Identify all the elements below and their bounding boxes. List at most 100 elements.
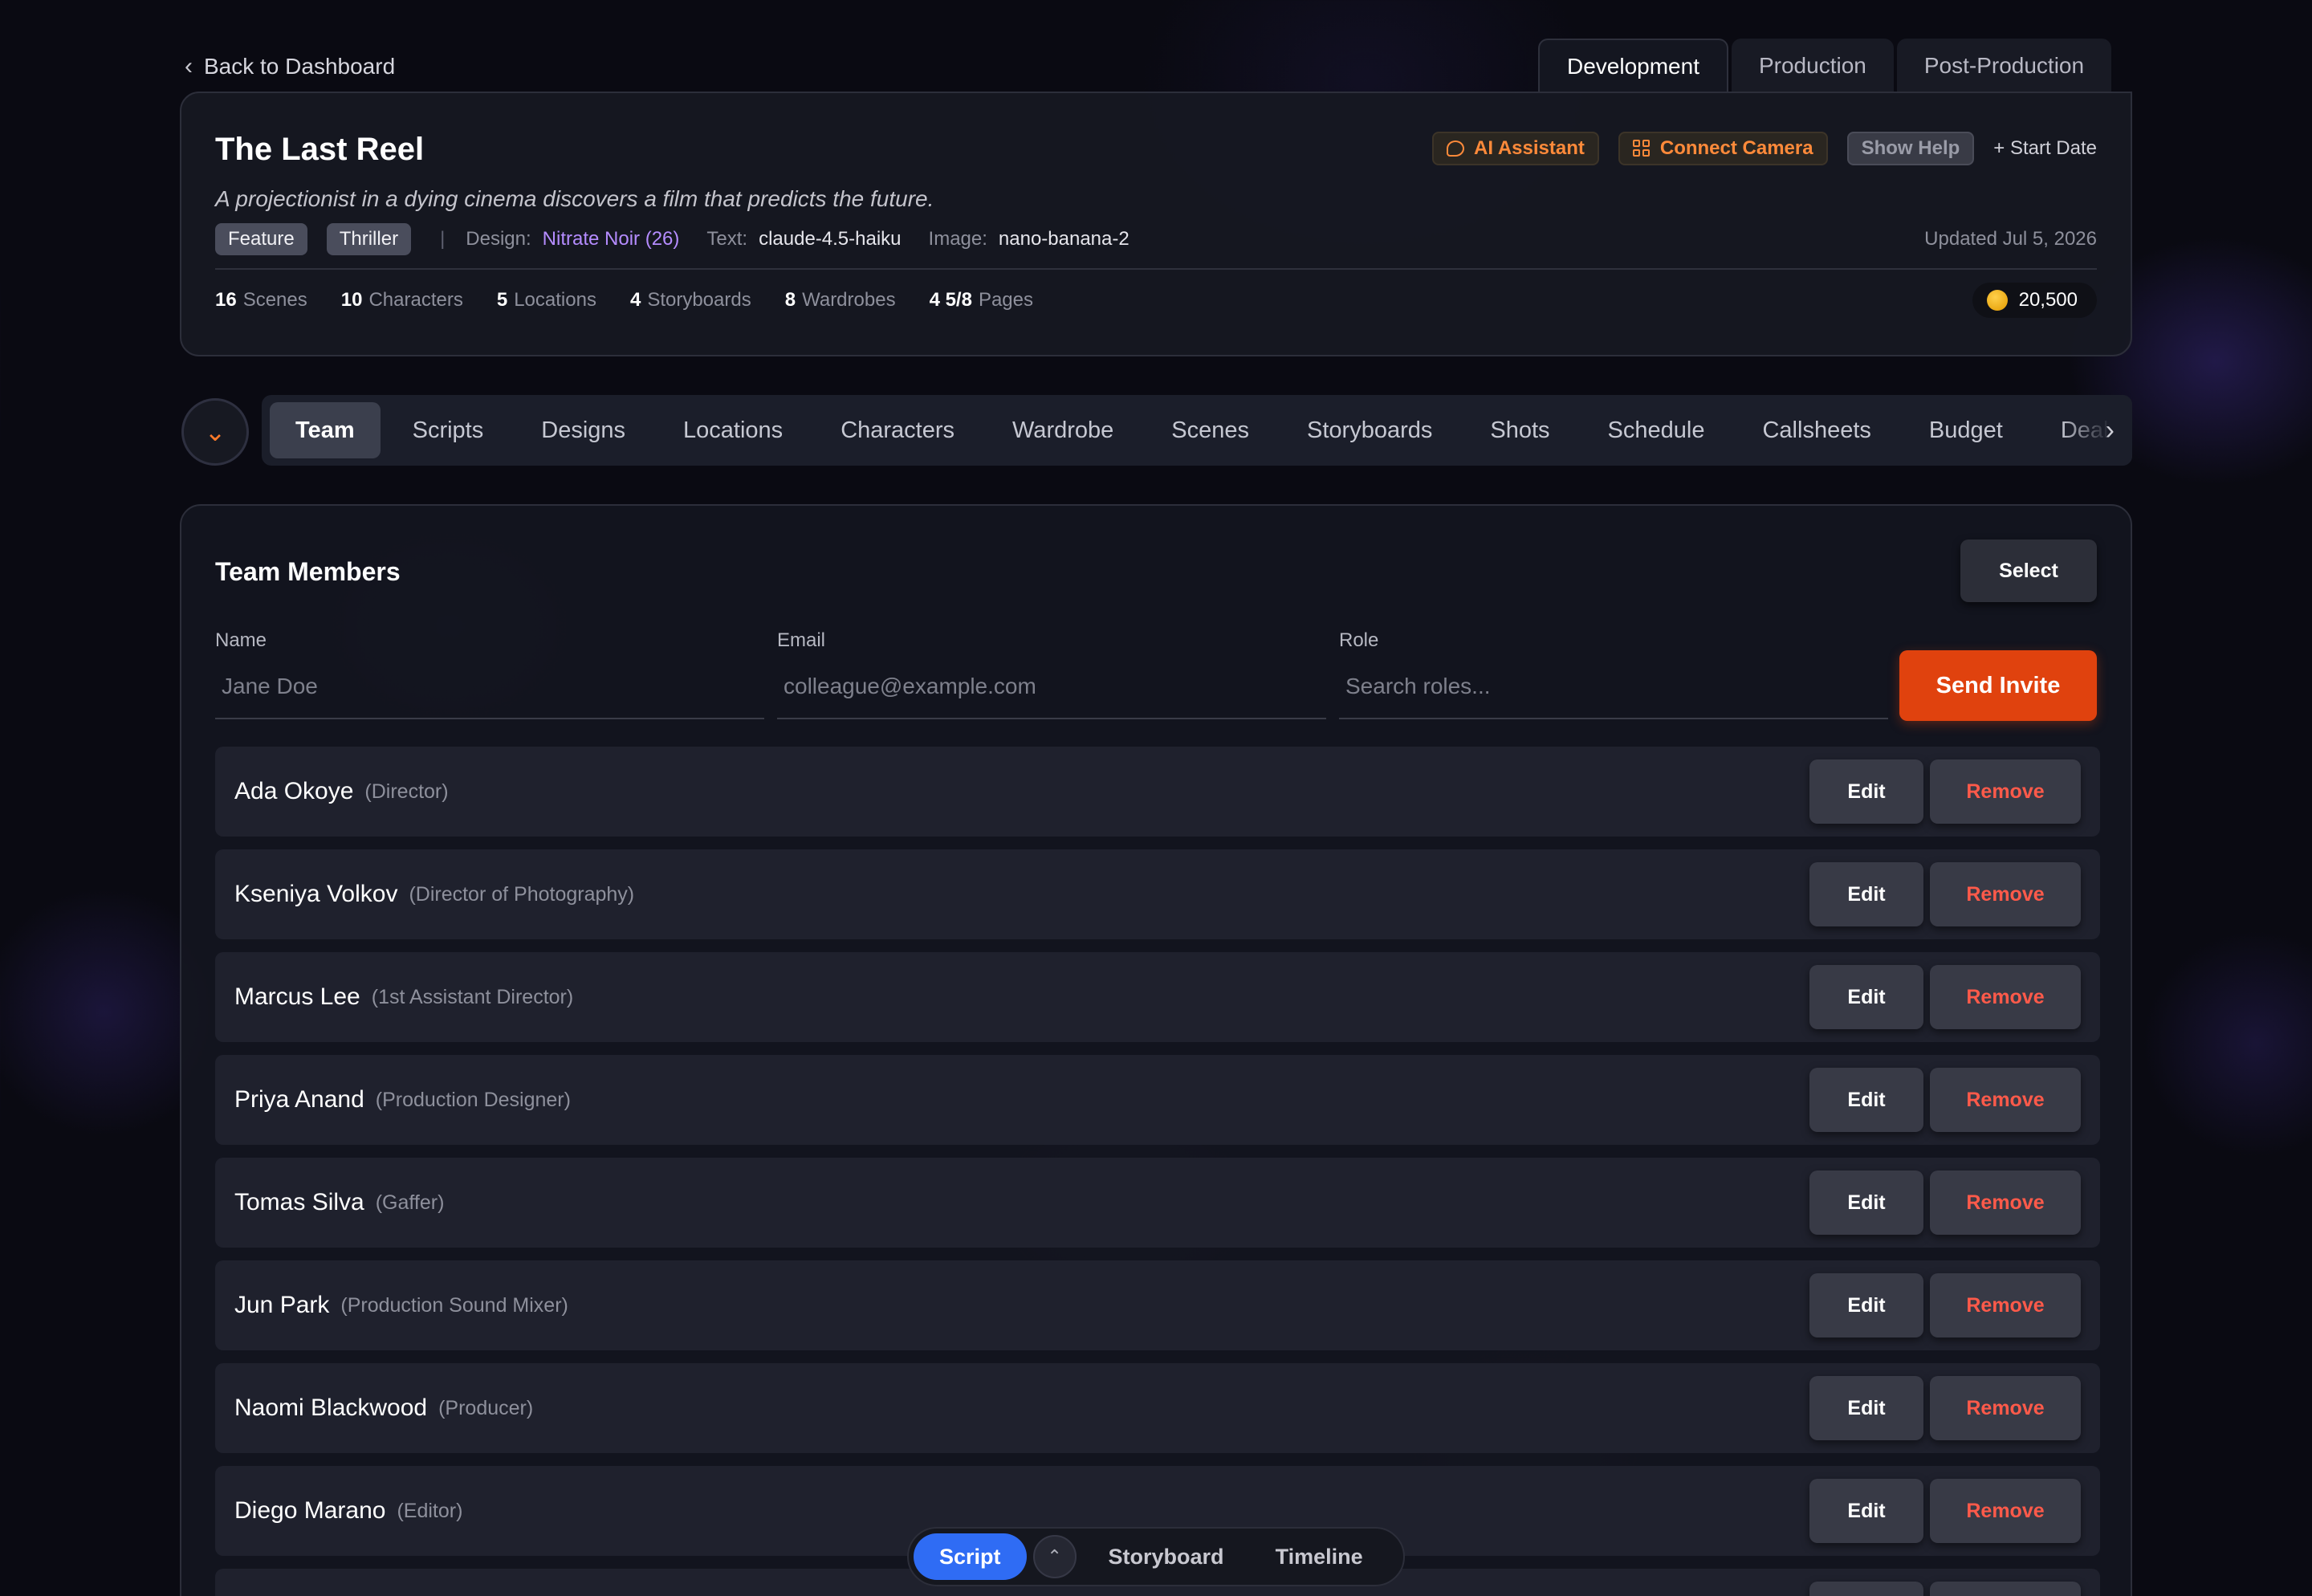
remove-button[interactable]: Remove [1930, 965, 2081, 1029]
tab-designs[interactable]: Designs [515, 402, 651, 458]
remove-button[interactable]: Remove [1930, 1479, 2081, 1543]
view-switcher-dock: Script ⌃ Storyboard Timeline [907, 1527, 1405, 1586]
stat-pages: 4 5/8 Pages [929, 289, 1034, 311]
edit-button[interactable]: Edit [1809, 1376, 1923, 1440]
design-value[interactable]: Nitrate Noir (26) [543, 228, 680, 250]
name-input[interactable] [215, 655, 764, 719]
project-title: The Last Reel [215, 132, 425, 167]
edit-button[interactable]: Edit [1809, 1273, 1923, 1337]
tab-wardrobe[interactable]: Wardrobe [987, 402, 1139, 458]
member-role: (Production Designer) [375, 1088, 571, 1111]
row-actions: Edit Remove [1809, 1479, 2081, 1543]
phase-tabs: Development Production Post-Production [1538, 39, 2112, 93]
edit-button[interactable]: Edit [1809, 862, 1923, 926]
member-role: (Editor) [397, 1499, 463, 1522]
tab-storyboards[interactable]: Storyboards [1281, 402, 1458, 458]
edit-button[interactable]: Edit [1809, 1479, 1923, 1543]
row-actions: Edit Remove [1809, 1068, 2081, 1132]
remove-button[interactable] [1930, 1582, 2081, 1596]
email-label: Email [777, 629, 826, 651]
tab-post-production[interactable]: Post-Production [1896, 39, 2112, 93]
member-name: Ada Okoye [234, 778, 354, 804]
stat-wardrobes: 8 Wardrobes [784, 289, 896, 311]
meta-separator: | [440, 228, 446, 250]
member-role: (Gaffer) [375, 1191, 445, 1214]
remove-button[interactable]: Remove [1930, 1273, 2081, 1337]
member-name: Marcus Lee [234, 983, 360, 1010]
coin-icon [1986, 290, 2008, 311]
edit-button[interactable]: Edit [1809, 1171, 1923, 1235]
role-label: Role [1339, 629, 1379, 651]
dock-tab-script[interactable]: Script [914, 1533, 1027, 1580]
member-name: Diego Marano [234, 1497, 386, 1524]
tab-budget[interactable]: Budget [1903, 402, 2029, 458]
updated-date: Updated Jul 5, 2026 [1924, 228, 2097, 250]
name-label: Name [215, 629, 267, 651]
tab-team[interactable]: Team [270, 402, 381, 458]
tab-development[interactable]: Development [1538, 39, 1728, 93]
list-item: Jun Park (Production Sound Mixer) Edit R… [215, 1260, 2100, 1350]
role-search-input[interactable] [1339, 655, 1888, 719]
project-meta: Feature Thriller | Design: Nitrate Noir … [215, 223, 1146, 255]
row-actions: Edit Remove [1809, 965, 2081, 1029]
tab-scenes[interactable]: Scenes [1146, 402, 1275, 458]
row-actions: Edit Remove [1809, 759, 2081, 824]
stat-scenes: 16 Scenes [215, 289, 307, 311]
team-members-title: Team Members [215, 557, 401, 586]
tab-characters[interactable]: Characters [815, 402, 980, 458]
stat-storyboards: 4 Storyboards [629, 289, 751, 311]
list-item: Naomi Blackwood (Producer) Edit Remove [215, 1363, 2100, 1453]
edit-button[interactable]: Edit [1809, 759, 1923, 824]
member-name: Naomi Blackwood [234, 1394, 428, 1421]
dock-tab-storyboard[interactable]: Storyboard [1083, 1533, 1250, 1580]
image-model-value: nano-banana-2 [998, 228, 1130, 250]
text-model-label: Text: [706, 228, 748, 250]
member-role: (Director) [364, 780, 449, 803]
member-name: Kseniya Volkov [234, 881, 398, 907]
member-role: (Producer) [438, 1396, 534, 1419]
row-actions: Edit Remove [1809, 1376, 2081, 1440]
expand-dock-button[interactable]: ⌃ [1032, 1535, 1077, 1578]
member-name: Tomas Silva [234, 1189, 364, 1215]
ai-assistant-button[interactable]: AI Assistant [1432, 132, 1599, 165]
remove-button[interactable]: Remove [1930, 759, 2081, 824]
edit-button[interactable] [1809, 1582, 1923, 1596]
tab-schedule[interactable]: Schedule [1582, 402, 1731, 458]
remove-button[interactable]: Remove [1930, 1171, 2081, 1235]
select-button[interactable]: Select [1960, 539, 2097, 602]
tab-callsheets[interactable]: Callsheets [1736, 402, 1896, 458]
team-panel: Team Members Select Name Email Role Send… [180, 504, 2132, 1596]
list-item: Priya Anand (Production Designer) Edit R… [215, 1055, 2100, 1145]
start-date-button[interactable]: + Start Date [1993, 137, 2097, 160]
tag-thriller: Thriller [326, 223, 412, 255]
stat-characters: 10 Characters [340, 289, 463, 311]
back-label: Back to Dashboard [204, 54, 396, 79]
email-input[interactable] [777, 655, 1326, 719]
tab-production[interactable]: Production [1731, 39, 1894, 93]
row-actions [1809, 1582, 2081, 1596]
credits-badge[interactable]: 20,500 [1972, 283, 2097, 318]
list-item: Kseniya Volkov (Director of Photography)… [215, 849, 2100, 939]
send-invite-button[interactable]: Send Invite [1899, 650, 2097, 721]
back-to-dashboard-link[interactable]: ‹ Back to Dashboard [185, 53, 395, 80]
remove-button[interactable]: Remove [1930, 1376, 2081, 1440]
member-name: Jun Park [234, 1292, 330, 1318]
edit-button[interactable]: Edit [1809, 1068, 1923, 1132]
remove-button[interactable]: Remove [1930, 862, 2081, 926]
grid-icon [1632, 140, 1651, 157]
ai-assistant-label: AI Assistant [1474, 137, 1585, 159]
tab-locations[interactable]: Locations [657, 402, 808, 458]
list-item: Ada Okoye (Director) Edit Remove [215, 747, 2100, 837]
collapse-toggle-button[interactable]: ⌄ [181, 398, 249, 466]
row-actions: Edit Remove [1809, 862, 2081, 926]
show-help-button[interactable]: Show Help [1846, 132, 1975, 165]
dock-tab-timeline[interactable]: Timeline [1250, 1533, 1389, 1580]
member-role: (Director of Photography) [409, 882, 635, 906]
scroll-right-button[interactable]: › [2060, 395, 2132, 466]
tab-shots[interactable]: Shots [1464, 402, 1575, 458]
edit-button[interactable]: Edit [1809, 965, 1923, 1029]
tab-scripts[interactable]: Scripts [387, 402, 510, 458]
remove-button[interactable]: Remove [1930, 1068, 2081, 1132]
connect-camera-button[interactable]: Connect Camera [1618, 132, 1828, 165]
list-item: Tomas Silva (Gaffer) Edit Remove [215, 1158, 2100, 1248]
